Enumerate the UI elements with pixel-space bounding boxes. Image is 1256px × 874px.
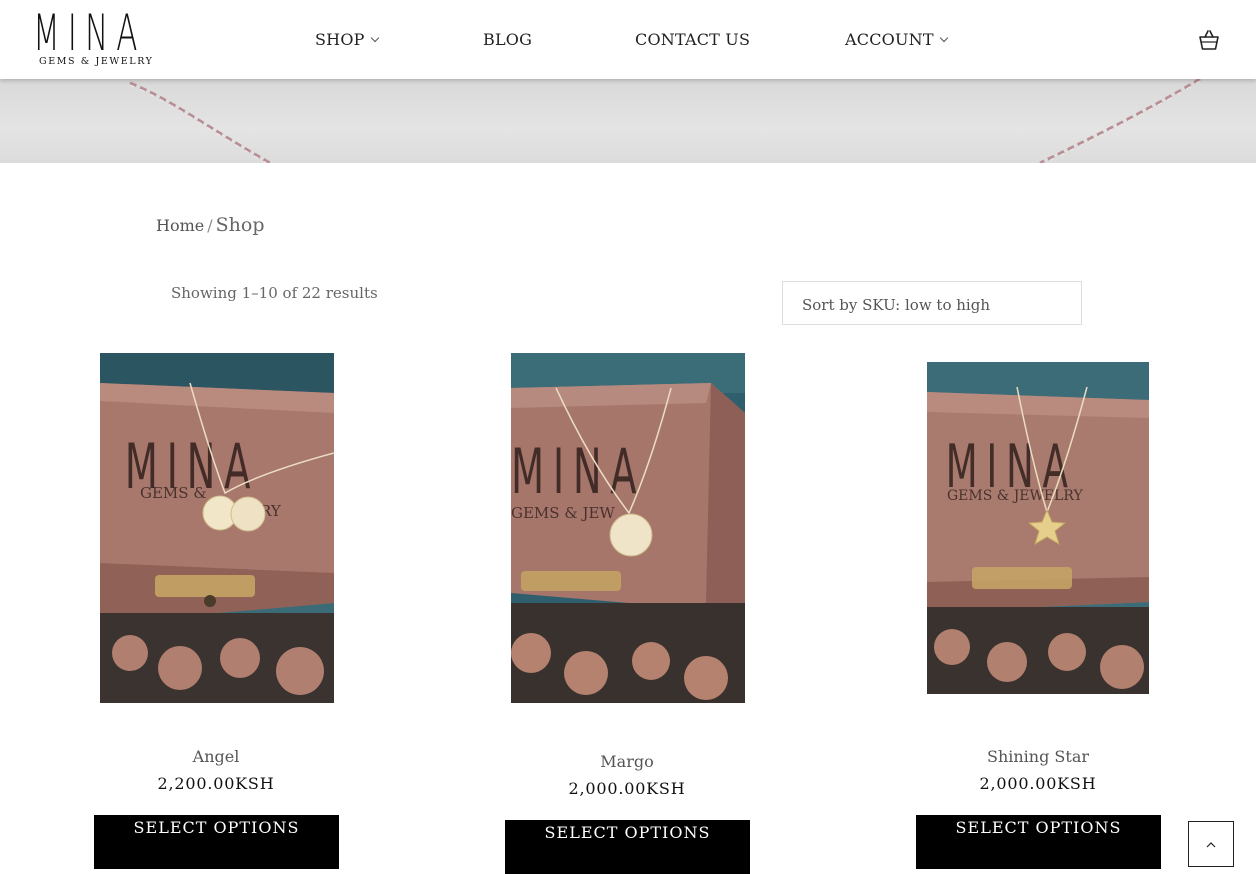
chevron-down-icon bbox=[939, 33, 948, 43]
nav-account-label: ACCOUNT bbox=[845, 30, 934, 49]
select-options-button[interactable]: SELECT OPTIONS bbox=[916, 815, 1161, 869]
product-title[interactable]: Angel bbox=[96, 747, 336, 766]
back-to-top-button[interactable] bbox=[1188, 821, 1234, 867]
nav-shop-label: SHOP bbox=[315, 30, 365, 49]
svg-text:MINA: MINA bbox=[511, 437, 645, 509]
product-image-angel[interactable]: MINA GEMS & RY bbox=[100, 353, 334, 703]
product-price: 2,000.00KSH bbox=[568, 779, 686, 798]
breadcrumb-current: Shop bbox=[215, 214, 265, 236]
nav-contact-us[interactable]: CONTACT US bbox=[635, 30, 750, 49]
logo-wordmark: MINA bbox=[33, 4, 146, 62]
product-price: 2,200.00KSH bbox=[157, 774, 275, 793]
product-title[interactable]: Shining Star bbox=[918, 747, 1158, 766]
select-options-button[interactable]: SELECT OPTIONS bbox=[505, 820, 750, 874]
svg-text:GEMS & JEWELRY: GEMS & JEWELRY bbox=[947, 488, 1084, 504]
basket-icon[interactable] bbox=[1197, 28, 1221, 52]
sort-select[interactable]: Sort by SKU: low to high bbox=[782, 281, 1082, 325]
nav-blog[interactable]: BLOG bbox=[483, 30, 532, 49]
chevron-down-icon bbox=[370, 33, 379, 43]
logo-tagline: GEMS & JEWELRY bbox=[39, 56, 154, 67]
chevron-up-icon bbox=[1206, 842, 1216, 848]
nav-shop[interactable]: SHOP bbox=[315, 30, 379, 49]
select-options-button[interactable]: SELECT OPTIONS bbox=[94, 815, 339, 869]
nav-account[interactable]: ACCOUNT bbox=[845, 30, 948, 49]
product-image-shining-star[interactable]: MINA GEMS & JEWELRY bbox=[927, 362, 1149, 694]
product-title[interactable]: Margo bbox=[507, 752, 747, 771]
breadcrumb: Home / Shop bbox=[156, 214, 264, 236]
svg-text:GEMS &: GEMS & bbox=[140, 484, 207, 502]
breadcrumb-home[interactable]: Home bbox=[156, 216, 204, 235]
site-header: MINA GEMS & JEWELRY SHOP BLOG CONTACT US… bbox=[0, 0, 1256, 79]
svg-text:GEMS & JEW: GEMS & JEW bbox=[511, 504, 615, 522]
product-price: 2,000.00KSH bbox=[979, 774, 1097, 793]
site-logo[interactable]: MINA GEMS & JEWELRY bbox=[33, 4, 154, 70]
result-count: Showing 1–10 of 22 results bbox=[171, 284, 378, 302]
breadcrumb-separator: / bbox=[207, 216, 213, 235]
hero-banner-image bbox=[0, 79, 1256, 163]
product-image-margo[interactable]: MINA GEMS & JEW bbox=[511, 353, 745, 703]
